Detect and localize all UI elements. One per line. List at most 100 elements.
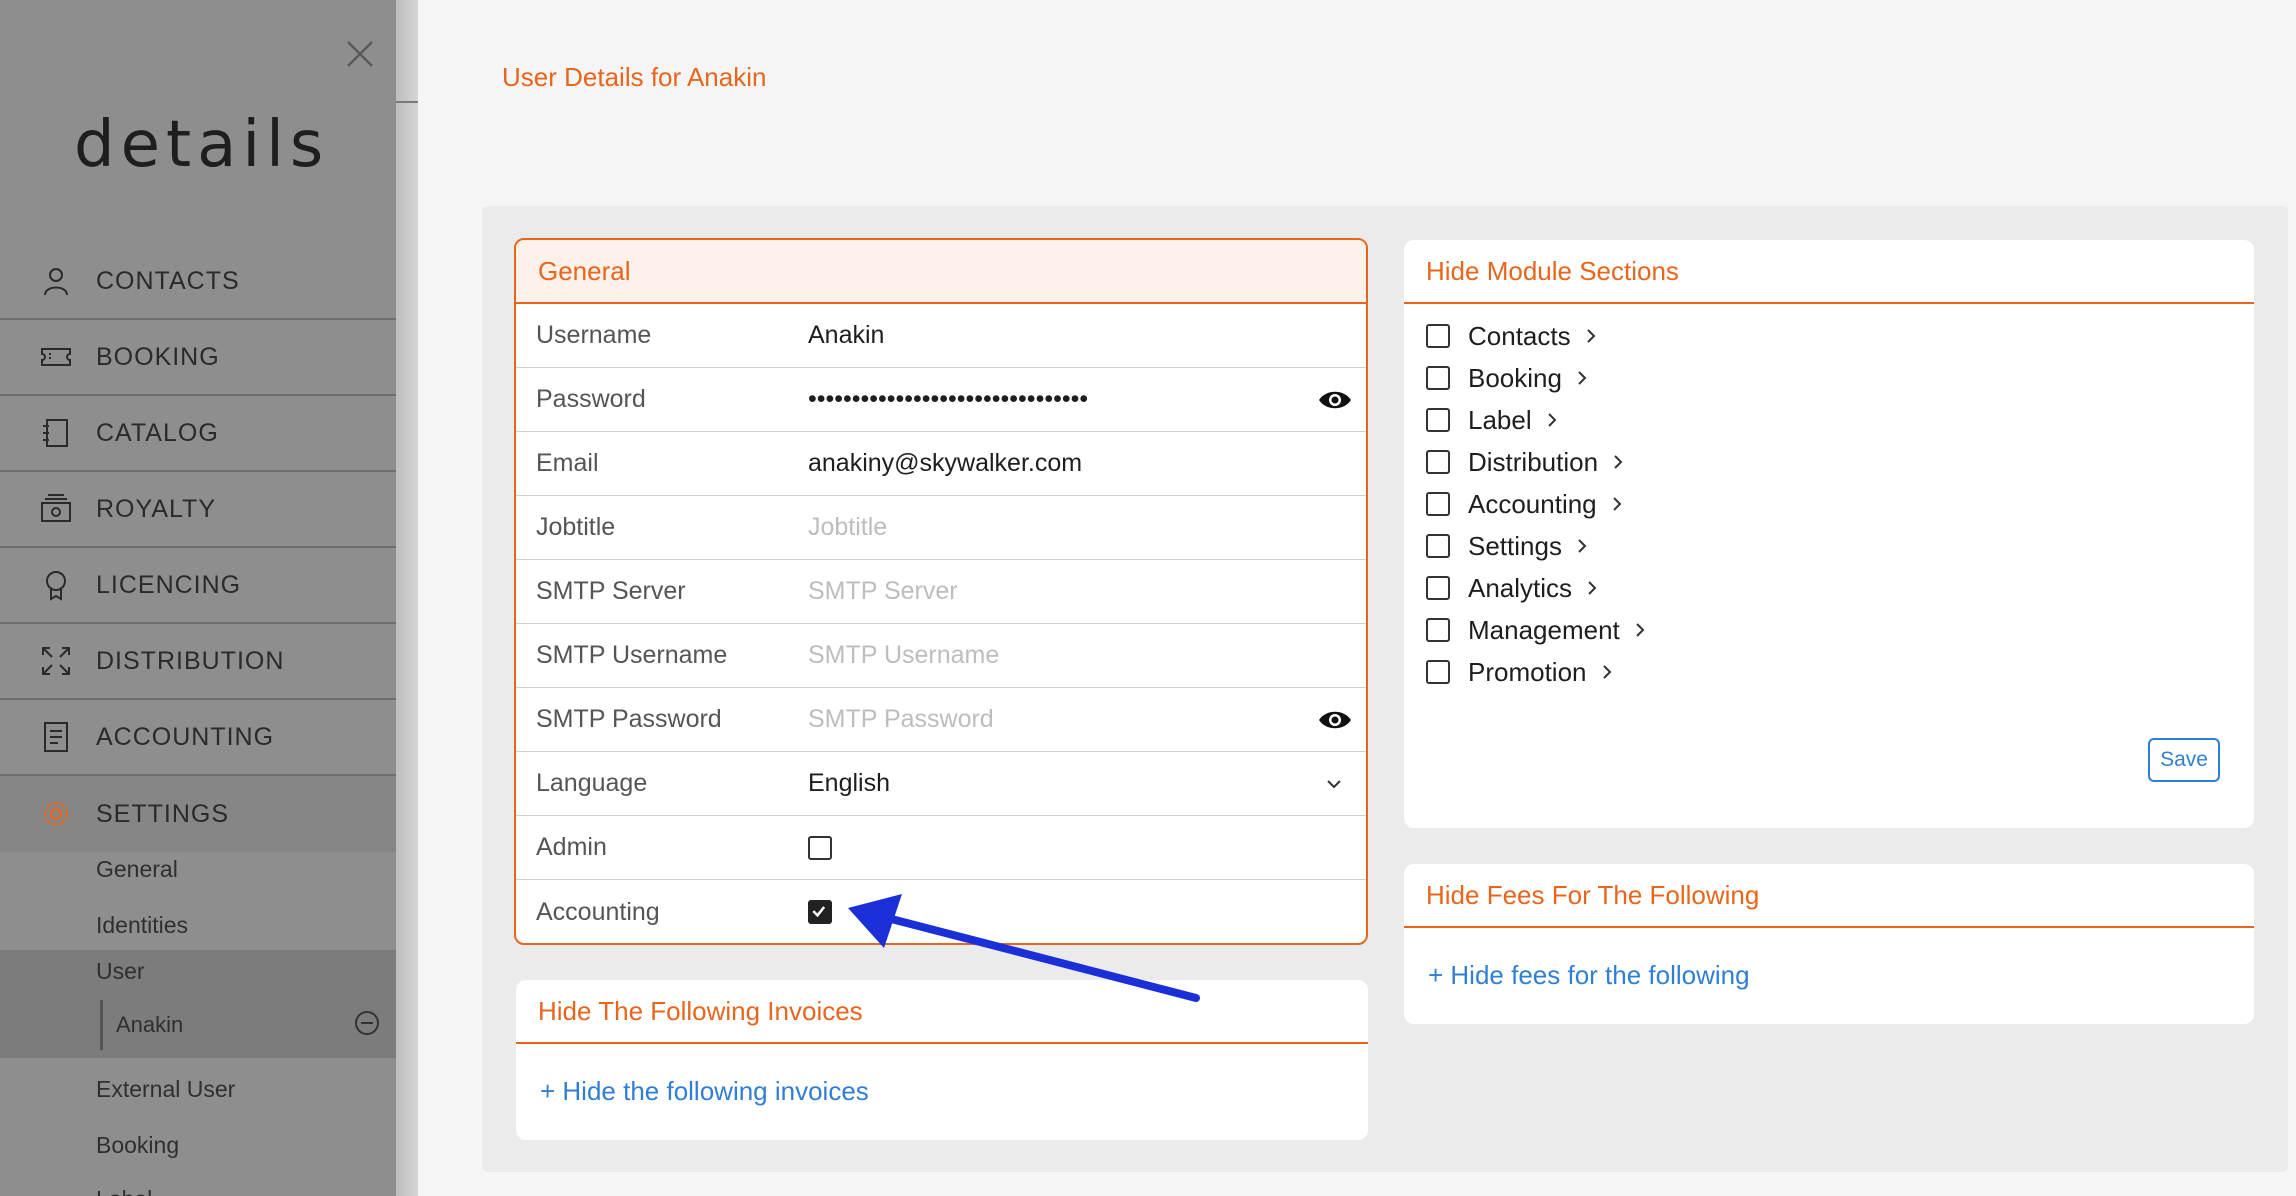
sidebar-item-label: CONTACTS (96, 266, 240, 295)
module-label: Contacts (1468, 320, 1571, 351)
hide-invoices-add-link[interactable]: + Hide the following invoices (540, 1076, 869, 1107)
smtp-username-row: SMTP Username (516, 624, 1366, 688)
smtp-username-label: SMTP Username (536, 641, 728, 669)
document-icon (44, 722, 68, 752)
language-label: Language (536, 769, 648, 797)
email-input[interactable] (808, 449, 1308, 478)
minus-circle-icon[interactable] (354, 1010, 380, 1036)
chevron-right-icon[interactable] (1576, 537, 1588, 555)
module-label: Booking (1468, 362, 1562, 393)
annotation-arrow (848, 894, 1200, 1002)
chevron-right-icon[interactable] (1576, 369, 1588, 387)
sidebar-item-accounting[interactable]: ACCOUNTING (0, 700, 396, 776)
chevron-right-icon[interactable] (1546, 411, 1558, 429)
module-item[interactable]: Contacts (1426, 320, 1597, 352)
language-select[interactable]: English (808, 769, 1308, 798)
jobtitle-label: Jobtitle (536, 513, 616, 541)
module-item[interactable]: Promotion (1426, 656, 1613, 688)
module-checkbox[interactable] (1426, 534, 1450, 558)
module-label: Promotion (1468, 656, 1587, 687)
tree-indent-line (100, 1000, 103, 1050)
eye-icon[interactable] (1318, 709, 1352, 731)
username-input[interactable] (808, 321, 1308, 350)
module-checkbox[interactable] (1426, 492, 1450, 516)
general-card-title: General (516, 240, 1366, 304)
username-row: Username (516, 304, 1366, 368)
expand-icon (42, 647, 70, 675)
module-checkbox[interactable] (1426, 324, 1450, 348)
module-checkbox[interactable] (1426, 660, 1450, 684)
sidebar-item-catalog[interactable]: CATALOG (0, 396, 396, 472)
chevron-down-icon[interactable] (1326, 779, 1342, 789)
eye-icon[interactable] (1318, 389, 1352, 411)
sidebar-item-label: SETTINGS (96, 799, 230, 828)
module-item[interactable]: Accounting (1426, 488, 1623, 520)
admin-checkbox[interactable] (808, 835, 832, 860)
chevron-right-icon[interactable] (1611, 495, 1623, 513)
module-label: Label (1468, 404, 1532, 435)
smtp-username-input[interactable] (808, 641, 1308, 670)
module-checkbox[interactable] (1426, 366, 1450, 390)
smtp-password-row: SMTP Password (516, 688, 1366, 752)
smtp-server-label: SMTP Server (536, 577, 686, 605)
module-item[interactable]: Label (1426, 404, 1558, 436)
module-item[interactable]: Booking (1426, 362, 1588, 394)
module-checkbox[interactable] (1426, 576, 1450, 600)
module-checkbox[interactable] (1426, 450, 1450, 474)
settings-sub-anakin[interactable]: Anakin (116, 1012, 183, 1038)
module-item[interactable]: Distribution (1426, 446, 1624, 478)
chevron-right-icon[interactable] (1601, 663, 1613, 681)
sidebar-edge (396, 0, 418, 1196)
settings-sub-label[interactable]: Label (96, 1186, 152, 1196)
password-row: Password •••••••••••••••••••••••••••••••… (516, 368, 1366, 432)
module-checkbox[interactable] (1426, 618, 1450, 642)
chevron-right-icon[interactable] (1586, 579, 1598, 597)
sidebar-item-label: LICENCING (96, 570, 242, 599)
module-checkbox[interactable] (1426, 408, 1450, 432)
sidebar-item-settings[interactable]: SETTINGS (0, 776, 396, 852)
sidebar-item-distribution[interactable]: DISTRIBUTION (0, 624, 396, 700)
module-label: Distribution (1468, 446, 1599, 477)
sidebar-item-label: ACCOUNTING (96, 722, 275, 751)
settings-sub-booking[interactable]: Booking (96, 1132, 179, 1159)
language-row[interactable]: Language English (516, 752, 1366, 816)
sidebar-item-label: DISTRIBUTION (96, 646, 285, 675)
hide-fees-title: Hide Fees For The Following (1404, 864, 2254, 928)
settings-sub-identities[interactable]: Identities (96, 912, 188, 939)
check-icon (812, 906, 826, 918)
module-item[interactable]: Settings (1426, 530, 1588, 562)
chevron-right-icon[interactable] (1585, 327, 1597, 345)
sidebar-item-licencing[interactable]: LICENCING (0, 548, 396, 624)
sidebar: details CONTACTS BOOKING CATALOG ROYALTY… (0, 0, 396, 1196)
settings-sub-user[interactable]: User (96, 958, 145, 985)
settings-sub-external-user[interactable]: External User (96, 1076, 235, 1103)
sidebar-item-royalty[interactable]: ROYALTY (0, 472, 396, 548)
settings-sub-user-block (0, 950, 396, 1058)
chevron-right-icon[interactable] (1612, 453, 1624, 471)
password-input[interactable]: •••••••••••••••••••••••••••••••• (808, 385, 1308, 414)
sidebar-item-label: ROYALTY (96, 494, 216, 523)
hide-fees-add-link[interactable]: + Hide fees for the following (1428, 960, 1750, 991)
money-icon (41, 494, 71, 522)
page-title: User Details for Anakin (502, 62, 767, 92)
save-button[interactable]: Save (2148, 738, 2220, 782)
module-label: Management (1468, 614, 1620, 645)
settings-sub-general[interactable]: General (96, 856, 178, 883)
module-item[interactable]: Management (1426, 614, 1646, 646)
smtp-password-input[interactable] (808, 705, 1308, 734)
email-label: Email (536, 449, 599, 477)
hide-module-sections-title: Hide Module Sections (1404, 240, 2254, 304)
username-label: Username (536, 321, 652, 349)
jobtitle-input[interactable] (808, 513, 1308, 542)
smtp-server-input[interactable] (808, 577, 1308, 606)
accounting-label: Accounting (536, 897, 660, 926)
accounting-checkbox[interactable] (808, 900, 832, 924)
module-item[interactable]: Analytics (1426, 572, 1598, 604)
sidebar-item-contacts[interactable]: CONTACTS (0, 244, 396, 320)
jobtitle-row: Jobtitle (516, 496, 1366, 560)
close-icon[interactable] (342, 36, 378, 72)
divider (396, 101, 418, 103)
chevron-right-icon[interactable] (1634, 621, 1646, 639)
sidebar-item-booking[interactable]: BOOKING (0, 320, 396, 396)
sidebar-nav: CONTACTS BOOKING CATALOG ROYALTY LICENCI… (0, 244, 396, 852)
